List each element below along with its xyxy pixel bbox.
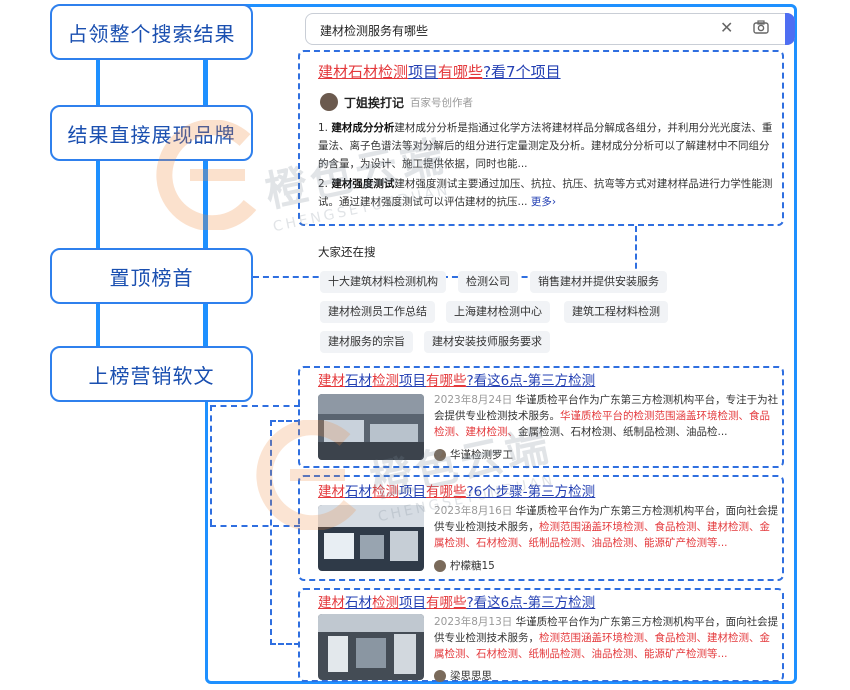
more-link[interactable]: 更多 bbox=[531, 196, 552, 208]
related-chip[interactable]: 十大建筑材料检测机构 bbox=[320, 271, 446, 293]
title-segment: 项目 bbox=[399, 373, 426, 389]
author-name[interactable]: 丁姐挨打记 bbox=[344, 94, 404, 111]
avatar bbox=[434, 669, 446, 682]
article-title-2[interactable]: 建材石材检测项目有哪些?6个步骤-第三方检测 bbox=[318, 480, 595, 500]
author-source: 百家号创作者 bbox=[410, 96, 474, 109]
related-chip[interactable]: 检测公司 bbox=[458, 271, 518, 293]
related-chip[interactable]: 上海建材检测中心 bbox=[446, 301, 550, 323]
title-segment: ?看7个项目 bbox=[483, 63, 561, 81]
connector-articles-3 bbox=[210, 525, 300, 527]
author-name: 柠檬糖15 bbox=[450, 560, 495, 572]
article-date: 2023年8月13日 bbox=[434, 616, 513, 628]
title-segment: 建材 bbox=[318, 373, 345, 389]
article-thumbnail[interactable] bbox=[318, 614, 424, 680]
related-chip[interactable]: 销售建材并提供安装服务 bbox=[530, 271, 667, 293]
title-segment: 石材 bbox=[345, 484, 372, 500]
connector-articles-6 bbox=[270, 643, 300, 645]
title-segment: 石材 bbox=[345, 373, 372, 389]
title-segment: ?看这6点-第三方检测 bbox=[466, 373, 596, 389]
related-chip[interactable]: 建材服务的宗旨 bbox=[320, 331, 413, 353]
title-segment: 项目 bbox=[399, 484, 426, 500]
related-chip[interactable]: 建筑工程材料检测 bbox=[564, 301, 668, 323]
article-author-2[interactable]: 柠檬糖15 bbox=[434, 558, 495, 573]
title-segment: 建材 bbox=[318, 595, 345, 611]
label-text: 结果直接展现品牌 bbox=[67, 122, 236, 147]
article-author-3[interactable]: 梁思思思 bbox=[434, 668, 492, 683]
article-snippet-1: 2023年8月24日 华谨质检平台作为广东第三方检测机构平台，专注于为社会提供专… bbox=[434, 392, 780, 440]
connector-articles-2 bbox=[210, 405, 300, 407]
article-author-1[interactable]: 华谨检测罗工 bbox=[434, 447, 513, 462]
title-segment: 检测 bbox=[372, 595, 399, 611]
related-chip[interactable]: 建材检测员工作总结 bbox=[320, 301, 435, 323]
item-number: 1. bbox=[318, 122, 329, 134]
title-segment: 建材 bbox=[318, 484, 345, 500]
title-segment: 项目 bbox=[399, 595, 426, 611]
article-date: 2023年8月16日 bbox=[434, 505, 513, 517]
title-segment: ?6个步骤-第三方检测 bbox=[466, 484, 596, 500]
title-segment: 检测 bbox=[372, 484, 399, 500]
search-button[interactable] bbox=[785, 13, 795, 45]
title-segment: 检测 bbox=[372, 373, 399, 389]
article-thumbnail[interactable] bbox=[318, 394, 424, 460]
close-icon[interactable]: ✕ bbox=[720, 18, 733, 37]
top-result-author: 丁姐挨打记 百家号创作者 bbox=[320, 93, 473, 111]
label-text: 占领整个搜索结果 bbox=[67, 21, 236, 46]
title-segment: 建材 bbox=[318, 63, 349, 81]
article-date: 2023年8月24日 bbox=[434, 394, 513, 406]
title-segment: ?看这6点-第三方检测 bbox=[466, 595, 596, 611]
search-bar[interactable]: ✕ bbox=[305, 13, 795, 45]
top-result-item-2: 2. 建材强度测试建材强度测试主要通过加压、抗拉、抗压、抗弯等方式对建材样品进行… bbox=[318, 175, 776, 211]
avatar bbox=[320, 93, 338, 111]
article-snippet-2: 2023年8月16日 华谨质检平台作为广东第三方检测机构平台，面向社会提供专业检… bbox=[434, 503, 780, 551]
title-segment: 有哪些 bbox=[426, 373, 467, 389]
title-segment: 有哪些 bbox=[426, 595, 467, 611]
label-marketing-article: 上榜营销软文 bbox=[50, 346, 253, 402]
search-input[interactable] bbox=[318, 19, 702, 41]
connector-articles-4 bbox=[270, 420, 272, 645]
avatar bbox=[434, 448, 446, 461]
author-name: 梁思思思 bbox=[450, 670, 492, 682]
chevron-right-icon: › bbox=[551, 196, 557, 208]
article-text: 金属检测、石材检测、纸制品检测、油品检... bbox=[518, 426, 728, 438]
avatar bbox=[434, 559, 446, 572]
label-show-brand: 结果直接展现品牌 bbox=[50, 105, 253, 161]
top-result-title[interactable]: 建材石材检测项目有哪些?看7个项目 bbox=[318, 61, 561, 82]
connector-articles-1 bbox=[210, 405, 212, 525]
article-title-1[interactable]: 建材石材检测项目有哪些?看这6点-第三方检测 bbox=[318, 369, 595, 389]
title-segment: 石材检测 bbox=[348, 63, 409, 81]
item-heading: 建材强度测试 bbox=[331, 178, 395, 190]
title-segment: 有哪些 bbox=[438, 63, 484, 81]
label-top-rank: 置顶榜首 bbox=[50, 248, 253, 304]
title-segment: 项目 bbox=[408, 63, 439, 81]
author-name: 华谨检测罗工 bbox=[450, 449, 513, 461]
article-thumbnail[interactable] bbox=[318, 505, 424, 571]
related-heading: 大家还在搜 bbox=[318, 245, 376, 259]
label-occupy-results: 占领整个搜索结果 bbox=[50, 4, 253, 60]
title-segment: 有哪些 bbox=[426, 484, 467, 500]
top-result-item-1: 1. 建材成分分析建材成分分析是指通过化学方法将建材样品分解成各组分，并利用分光… bbox=[318, 119, 776, 173]
label-text: 置顶榜首 bbox=[109, 265, 194, 290]
item-number: 2. bbox=[318, 178, 329, 190]
related-chip[interactable]: 建材安装技师服务要求 bbox=[424, 331, 550, 353]
article-title-3[interactable]: 建材石材检测项目有哪些?看这6点-第三方检测 bbox=[318, 591, 595, 611]
camera-icon[interactable] bbox=[752, 18, 770, 36]
article-snippet-3: 2023年8月13日 华谨质检平台作为广东第三方检测机构平台，面向社会提供专业检… bbox=[434, 614, 780, 662]
connector-articles-5 bbox=[270, 420, 300, 422]
item-heading: 建材成分分析 bbox=[331, 122, 395, 134]
title-segment: 石材 bbox=[345, 595, 372, 611]
label-text: 上榜营销软文 bbox=[88, 363, 215, 388]
